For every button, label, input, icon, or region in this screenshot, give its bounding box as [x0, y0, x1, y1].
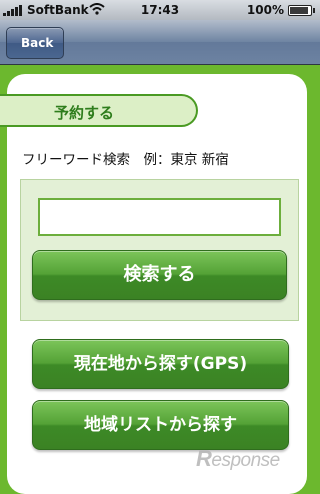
search-panel: 検索する	[20, 179, 299, 321]
battery-percent: 100%	[246, 3, 284, 17]
section-title: 予約する	[54, 104, 115, 122]
gps-search-button[interactable]: 現在地から探す(GPS)	[32, 339, 289, 389]
freeword-search-label: フリーワード検索 例：東京 新宿	[22, 152, 229, 168]
response-watermark: Response	[196, 446, 280, 471]
section-header: 予約する	[0, 94, 198, 127]
navigation-bar: Back	[0, 20, 320, 65]
back-button[interactable]: Back	[6, 27, 65, 59]
battery-icon	[288, 5, 315, 16]
status-bar: SoftBank 17:43 100%	[0, 0, 320, 20]
region-list-button[interactable]: 地域リストから探す	[32, 400, 289, 450]
search-button[interactable]: 検索する	[32, 250, 287, 300]
freeword-search-input[interactable]	[38, 198, 281, 236]
